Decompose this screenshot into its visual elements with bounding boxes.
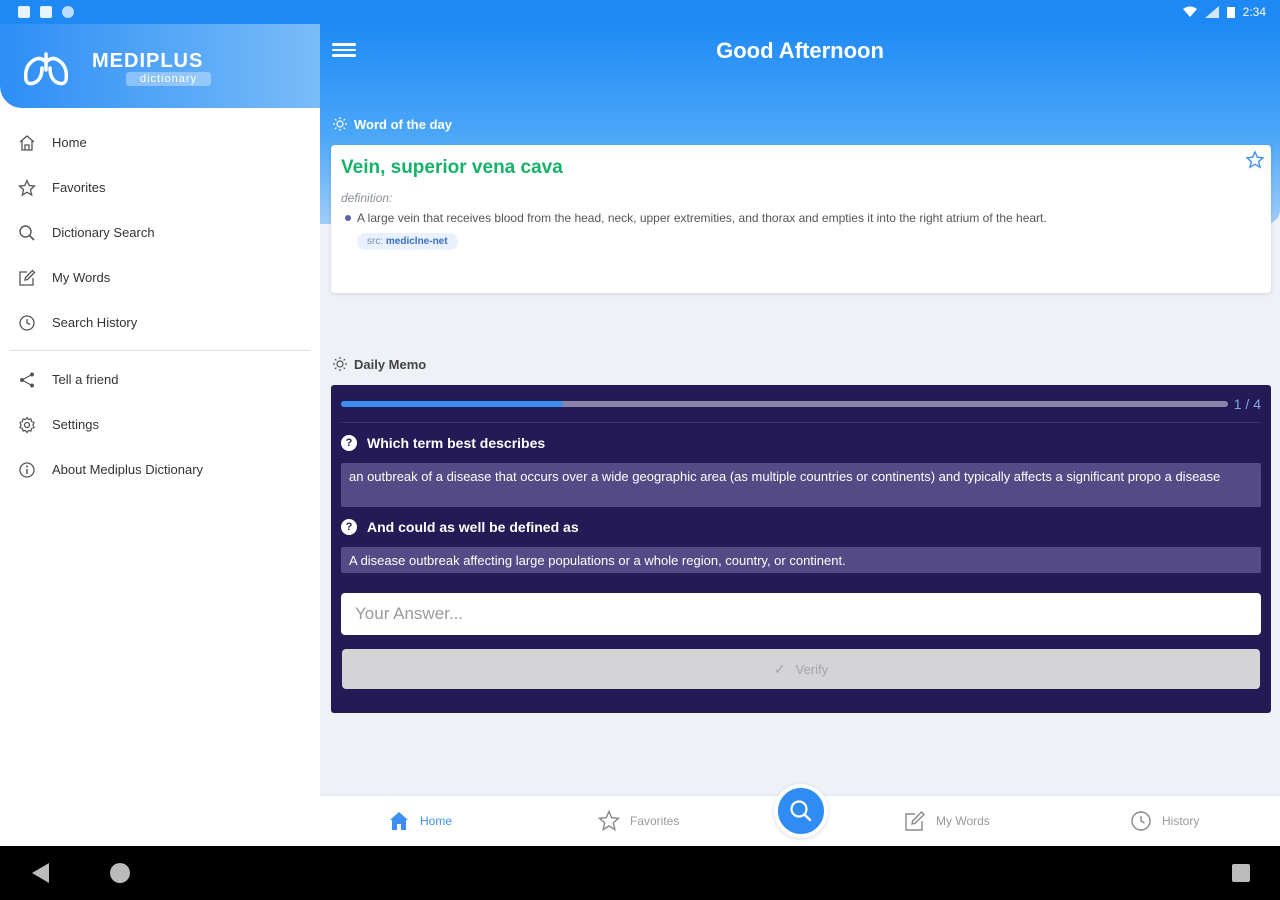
- daily-memo-heading: Daily Memo: [332, 356, 426, 372]
- definition-label: definition:: [341, 191, 393, 205]
- source-prefix: src:: [367, 236, 384, 247]
- search-icon: [790, 800, 812, 822]
- drawer-item-my-words[interactable]: My Words: [0, 255, 320, 300]
- drawer-item-label: About Mediplus Dictionary: [52, 462, 204, 477]
- bottom-nav-label: My Words: [936, 814, 990, 828]
- home-icon: [19, 134, 35, 151]
- memo-progress-bar: [341, 400, 1228, 407]
- home-icon: [390, 812, 408, 830]
- drawer-item-dictionary-search[interactable]: Dictionary Search: [0, 210, 320, 255]
- clock: 2:34: [1242, 5, 1266, 19]
- drawer-secondary-list: Tell a friend Settings About Mediplus Di…: [0, 357, 320, 492]
- notification-icon: [18, 6, 30, 18]
- question-icon: ?: [341, 519, 357, 535]
- drawer-item-about[interactable]: About Mediplus Dictionary: [0, 447, 320, 492]
- definition-text: A large vein that receives blood from th…: [357, 211, 1047, 225]
- bullet-icon: [345, 215, 351, 221]
- bottom-nav-my-words[interactable]: My Words: [904, 796, 990, 846]
- source-name: mediclne-net: [385, 236, 448, 247]
- battery-icon: [1226, 7, 1235, 18]
- lungs-logo-icon: [23, 52, 69, 86]
- drawer-item-tell-a-friend[interactable]: Tell a friend: [0, 357, 320, 402]
- verify-label: Verify: [795, 661, 829, 677]
- home-circle-icon[interactable]: [110, 863, 130, 883]
- sync-icon: [62, 6, 74, 18]
- status-bar: 2:34: [0, 0, 1280, 24]
- drawer-item-label: Favorites: [52, 180, 106, 195]
- drawer-item-settings[interactable]: Settings: [0, 402, 320, 447]
- system-navigation-bar: [0, 846, 1280, 900]
- share-icon: [20, 372, 34, 387]
- sun-icon: [333, 357, 347, 371]
- word-of-day-heading: Word of the day: [332, 116, 452, 132]
- daily-memo-card: 1 / 4 ? Which term best describes an out…: [331, 385, 1271, 713]
- word-of-day-card[interactable]: Vein, superior vena cava definition: A l…: [331, 145, 1271, 293]
- section-label-text: Word of the day: [354, 116, 452, 132]
- brand-subtitle: dictionary: [126, 72, 212, 86]
- sun-icon: [333, 117, 347, 131]
- wifi-icon: [1182, 6, 1197, 17]
- bottom-nav-history[interactable]: History: [1130, 796, 1199, 846]
- memo-clue-1: an outbreak of a disease that occurs ove…: [341, 463, 1261, 507]
- memo-progress-row: 1 / 4: [341, 385, 1261, 423]
- answer-input[interactable]: [341, 593, 1261, 635]
- sd-card-icon: [40, 6, 52, 18]
- check-icon: ✓: [773, 660, 786, 677]
- brand-name: MEDIPLUS: [92, 50, 204, 72]
- history-icon: [1131, 811, 1151, 831]
- bottom-nav-label: Home: [420, 814, 453, 828]
- drawer-item-home[interactable]: Home: [0, 120, 320, 165]
- question-icon: ?: [341, 435, 357, 451]
- bottom-nav-home[interactable]: Home: [388, 796, 452, 846]
- definition-row: A large vein that receives blood from th…: [341, 211, 1261, 225]
- status-notifications: [18, 6, 74, 18]
- memo-clue-2: A disease outbreak affecting large popul…: [341, 547, 1261, 573]
- memo-progress-count: 1 / 4: [1233, 395, 1261, 412]
- info-icon: [19, 461, 35, 478]
- memo-question-1: ? Which term best describes: [341, 435, 1261, 451]
- question-text: Which term best describes: [367, 435, 546, 451]
- history-icon: [19, 314, 35, 331]
- star-icon: [598, 810, 620, 831]
- star-icon: [18, 178, 36, 196]
- memo-question-2: ? And could as well be defined as: [341, 519, 1261, 535]
- drawer-item-label: Home: [52, 135, 87, 150]
- signal-icon: [1204, 6, 1219, 18]
- drawer-item-label: Search History: [52, 315, 138, 330]
- drawer-divider: [10, 350, 310, 351]
- bottom-nav-favorites[interactable]: Favorites: [598, 796, 679, 846]
- drawer-item-label: Settings: [52, 417, 99, 432]
- search-icon: [19, 224, 35, 241]
- question-text: And could as well be defined as: [367, 519, 579, 535]
- edit-icon: [905, 811, 925, 831]
- brand-header: MEDIPLUS dictionary: [0, 24, 320, 108]
- drawer-nav-list: Home Favorites Dictionary Search My Word…: [0, 108, 320, 345]
- status-indicators: 2:34: [1182, 5, 1266, 19]
- section-label-text: Daily Memo: [354, 356, 427, 372]
- drawer-item-search-history[interactable]: Search History: [0, 300, 320, 345]
- memo-progress-fill: [341, 400, 563, 407]
- edit-icon: [19, 269, 36, 286]
- page-title: Good Afternoon: [716, 38, 884, 63]
- back-icon[interactable]: [32, 863, 49, 883]
- recents-icon[interactable]: [1232, 864, 1250, 882]
- navigation-drawer: MEDIPLUS dictionary Home Favorites Dicti…: [0, 24, 320, 846]
- search-fab[interactable]: [774, 784, 828, 838]
- drawer-item-label: My Words: [52, 270, 111, 285]
- source-badge: src: mediclne-net: [357, 233, 458, 250]
- drawer-item-favorites[interactable]: Favorites: [0, 165, 320, 210]
- favorite-star-icon[interactable]: [1245, 150, 1265, 170]
- verify-button[interactable]: ✓ Verify: [342, 649, 1260, 689]
- bottom-nav-label: History: [1162, 814, 1200, 828]
- drawer-item-label: Tell a friend: [52, 372, 119, 387]
- drawer-item-label: Dictionary Search: [52, 225, 155, 240]
- gear-icon: [19, 416, 35, 433]
- bottom-nav-label: Favorites: [630, 814, 680, 828]
- word-of-day-title: Vein, superior vena cava: [341, 157, 563, 178]
